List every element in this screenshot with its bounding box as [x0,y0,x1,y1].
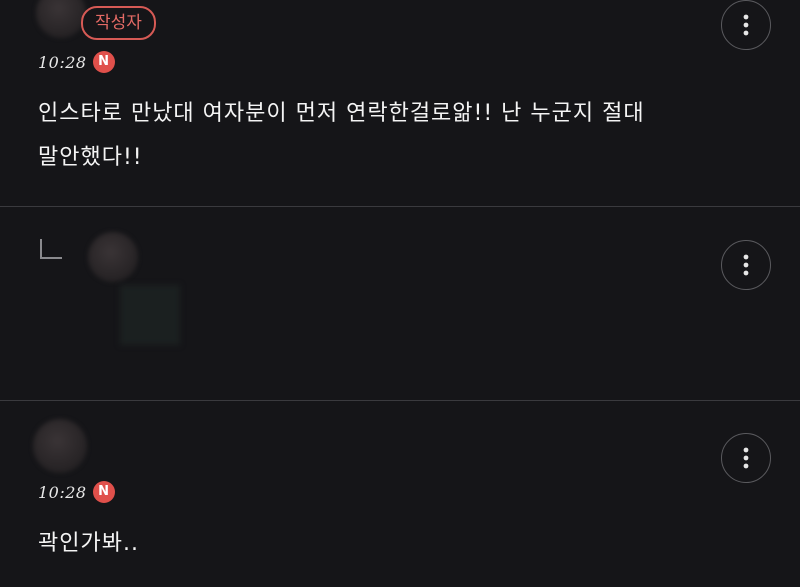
comment-time: 10:28 [38,52,87,72]
reply-arrow-icon [40,239,62,259]
reply-item [0,207,800,400]
avatar[interactable] [33,419,87,473]
comment-thread: 작성자 10:28 N 인스타로 만났대 여자분이 먼저 연락한걸로앎!! 난 … [0,0,800,587]
comment-item: 10:28 N 곽인가봐.. [0,401,800,587]
avatar[interactable] [36,0,86,38]
comment-body: 인스타로 만났대 여자분이 먼저 연락한걸로앎!! 난 누군지 절대 말안했다!… [38,101,645,170]
more-options-button[interactable] [721,433,771,483]
more-vertical-icon [743,254,749,276]
author-badge: 작성자 [81,6,156,40]
avatar[interactable] [88,232,138,282]
new-badge-icon: N [92,51,115,73]
comment-item: 작성자 10:28 N 인스타로 만났대 여자분이 먼저 연락한걸로앎!! 난 … [0,0,800,206]
hidden-reply-content [120,285,180,345]
comment-meta: 10:28 N [38,481,115,503]
more-options-button[interactable] [721,0,771,50]
more-vertical-icon [743,14,749,36]
comment-meta: 10:28 N [38,51,115,73]
comment-body: 곽인가봐.. [38,531,139,556]
new-badge-icon: N [92,481,115,503]
more-options-button[interactable] [721,240,771,290]
more-vertical-icon [743,447,749,469]
comment-time: 10:28 [38,482,87,502]
